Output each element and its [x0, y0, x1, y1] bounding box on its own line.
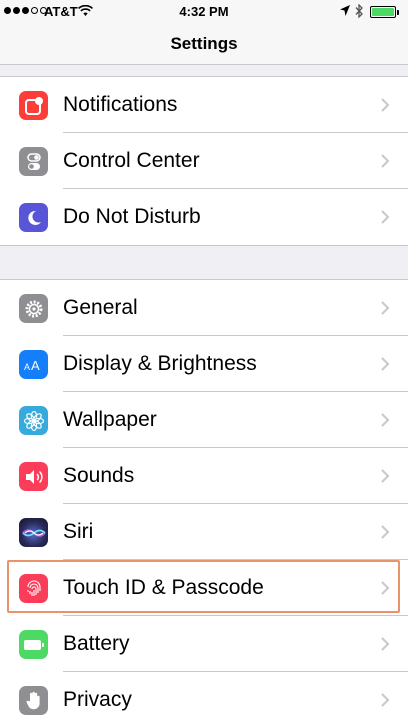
settings-item-label: Siri: [63, 520, 94, 543]
settings-item-sounds[interactable]: Sounds: [0, 448, 408, 504]
chevron-right-icon: [381, 581, 390, 595]
settings-group-1: Notifications Control Center Do Not Dist…: [0, 76, 408, 246]
status-bar: AT&T 4:32 PM: [0, 0, 408, 24]
settings-item-label: Do Not Disturb: [63, 205, 201, 228]
settings-item-general[interactable]: General: [0, 280, 408, 336]
gear-icon: [19, 294, 48, 323]
settings-item-label: Sounds: [63, 464, 135, 487]
fingerprint-icon: [19, 574, 48, 603]
chevron-right-icon: [381, 210, 390, 224]
settings-item-touch-id-passcode[interactable]: Touch ID & Passcode: [0, 560, 408, 616]
settings-item-siri[interactable]: Siri: [0, 504, 408, 560]
settings-item-battery[interactable]: Battery: [0, 616, 408, 672]
settings-item-label: Touch ID & Passcode: [63, 576, 264, 599]
settings-item-label: Control Center: [63, 149, 200, 172]
navigation-bar: Settings: [0, 24, 408, 65]
speaker-icon: [19, 462, 48, 491]
settings-group-2: General A A Display & Brightness Wallpap…: [0, 279, 408, 725]
svg-text:A: A: [24, 362, 30, 372]
chevron-right-icon: [381, 469, 390, 483]
settings-item-label: Privacy: [63, 688, 132, 711]
display-brightness-icon: A A: [19, 350, 48, 379]
hand-icon: [19, 686, 48, 715]
chevron-right-icon: [381, 693, 390, 707]
settings-item-do-not-disturb[interactable]: Do Not Disturb: [0, 189, 408, 245]
settings-item-label: Display & Brightness: [63, 352, 257, 375]
settings-item-control-center[interactable]: Control Center: [0, 133, 408, 189]
chevron-right-icon: [381, 413, 390, 427]
chevron-right-icon: [381, 525, 390, 539]
location-arrow-icon: [340, 5, 350, 16]
settings-item-label: General: [63, 296, 138, 319]
settings-item-label: Wallpaper: [63, 408, 157, 431]
moon-icon: [19, 203, 48, 232]
bluetooth-icon: [355, 4, 363, 18]
notifications-icon: [19, 91, 48, 120]
control-center-icon: [19, 147, 48, 176]
battery-icon: [19, 630, 48, 659]
battery-tip: [397, 10, 399, 15]
chevron-right-icon: [381, 357, 390, 371]
settings-item-label: Notifications: [63, 93, 178, 116]
svg-text:A: A: [31, 358, 40, 373]
flower-icon: [19, 406, 48, 435]
settings-item-label: Battery: [63, 632, 130, 655]
settings-item-wallpaper[interactable]: Wallpaper: [0, 392, 408, 448]
chevron-right-icon: [381, 637, 390, 651]
page-title: Settings: [170, 34, 238, 53]
chevron-right-icon: [381, 154, 390, 168]
chevron-right-icon: [381, 98, 390, 112]
settings-item-notifications[interactable]: Notifications: [0, 77, 408, 133]
siri-icon: [19, 518, 48, 547]
battery-indicator: [370, 6, 396, 18]
settings-item-privacy[interactable]: Privacy: [0, 672, 408, 725]
settings-item-display-brightness[interactable]: A A Display & Brightness: [0, 336, 408, 392]
battery-level-fill: [372, 8, 394, 16]
chevron-right-icon: [381, 301, 390, 315]
